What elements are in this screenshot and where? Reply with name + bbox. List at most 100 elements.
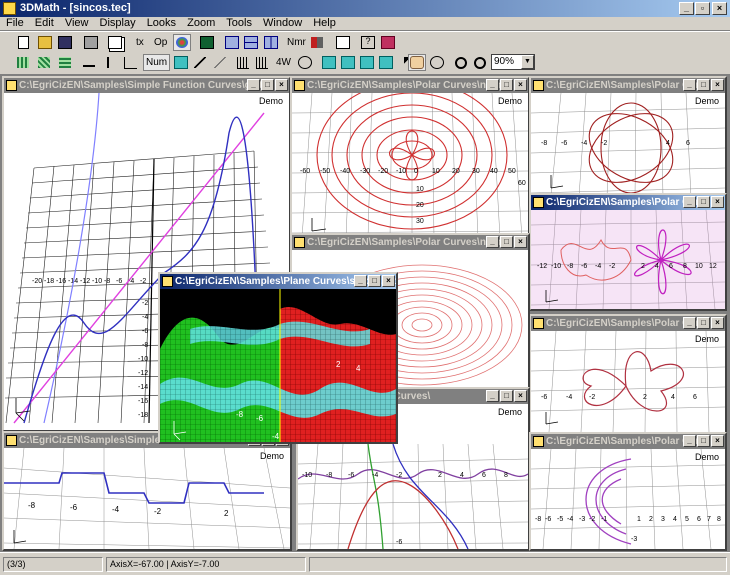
menu-edit[interactable]: Edit [35,17,54,29]
menu-looks[interactable]: Looks [147,17,176,29]
new-file-icon[interactable] [14,34,32,51]
window-title-bar[interactable]: C:\EgriCizEN\Samples\Polar Curves\n6.tec… [292,78,528,93]
open-folder-icon[interactable] [36,34,54,51]
window-close-button[interactable]: × [711,317,724,329]
window-maximize-button[interactable]: □ [500,79,513,91]
graph-canvas[interactable]: Demo -60 -50 -40 -30 -20 -10 0 10 20 30 40 50 60 10 2… [292,93,528,238]
x-axis-icon[interactable] [80,54,98,71]
restore-button[interactable]: ▫ [695,2,710,15]
window-minimize-button[interactable]: _ [683,196,696,208]
graph-canvas[interactable]: Demo -8 -6 -5 -4 -3 -2 -1 1 2 3 4 5 6 7 8 -3 [531,449,725,549]
perspective-grid-icon[interactable] [234,54,252,71]
tile-horizontal-icon[interactable] [242,34,260,51]
window-close-button[interactable]: × [275,79,288,91]
window-minimize-button[interactable]: _ [486,79,499,91]
window-cascade-1-icon[interactable] [320,54,338,71]
line-icon[interactable] [191,54,209,71]
window-plane-sincos[interactable]: C:\EgriCizEN\Samples\Plane Curves\sincos… [158,272,398,444]
window-title-bar[interactable]: C:\EgriCizEN\Samples\Polar Curves\ _ □ × [531,195,725,210]
window-icon[interactable] [533,197,544,208]
window-icon[interactable] [162,276,173,287]
window-title-bar[interactable]: C:\EgriCizEN\Samples\Plane Curves\sincos… [160,274,396,289]
copy-icon[interactable] [106,34,124,51]
window-title-bar[interactable]: C:\EgriCizEN\Samples\Simple Function Cur… [4,78,289,93]
window-maximize-button[interactable]: □ [697,435,710,447]
window-polar-pink[interactable]: C:\EgriCizEN\Samples\Polar Curves\ _ □ × -… [529,193,727,311]
window-title-bar[interactable]: C:\EgriCizEN\Samples\Polar Curves\ _ □ × [531,316,725,331]
graph-canvas[interactable]: -12 -10 -8 -6 -4 -2 2 4 6 8 10 12 [531,210,725,309]
window-close-button[interactable]: × [711,196,724,208]
y-axis-icon[interactable] [101,54,119,71]
window-minimize-button[interactable]: _ [683,79,696,91]
window-icon[interactable] [6,435,17,446]
window-cascade-2-icon[interactable] [339,54,357,71]
window-close-button[interactable]: × [711,79,724,91]
nmr-button[interactable]: Nmr [287,34,306,51]
window-minimize-button[interactable]: _ [486,236,499,248]
menu-window[interactable]: Window [263,17,302,29]
window-minimize-button[interactable]: _ [486,390,499,402]
window-icon[interactable] [6,80,17,91]
op-button[interactable]: Op [154,34,167,51]
graph-canvas[interactable]: Demo -8 -6 -4 -2 2 [4,448,290,549]
grid-surface-icon[interactable] [35,54,53,71]
window-icon[interactable] [294,80,305,91]
move-icon[interactable] [428,54,446,71]
window-maximize-button[interactable]: □ [500,390,513,402]
book-icon[interactable] [379,34,397,51]
cascade-icon[interactable] [223,34,241,51]
zoom-in-icon[interactable] [452,54,470,71]
window-minimize-button[interactable]: _ [683,435,696,447]
print-icon[interactable] [82,34,100,51]
window-cascade-3-icon[interactable] [358,54,376,71]
window-polar-bottom-right[interactable]: C:\EgriCizEN\Samples\Polar Curves\ _ □ × D… [529,432,727,551]
window-title-bar[interactable]: C:\EgriCizEN\Samples\Polar Curves\ _ □ × [531,78,725,93]
clock-icon[interactable] [296,54,314,71]
graph-canvas[interactable]: Demo -8 -6 -4 -2 4 6 [531,93,725,197]
z-axis-icon[interactable] [121,54,139,71]
window-maximize-button[interactable]: □ [697,196,710,208]
graph-canvas[interactable]: -8 -6 -4 2 4 [160,289,396,442]
menu-file[interactable]: File [6,17,24,29]
grid-3d-icon[interactable] [14,54,32,71]
window-close-button[interactable]: × [514,79,527,91]
window-maximize-button[interactable]: □ [261,79,274,91]
cube-icon[interactable] [172,54,190,71]
window-minimize-button[interactable]: _ [683,317,696,329]
dashed-line-icon[interactable] [211,54,229,71]
menu-display[interactable]: Display [100,17,136,29]
menu-help[interactable]: Help [313,17,336,29]
window-minimize-button[interactable]: _ [247,79,260,91]
grid-plane-icon[interactable] [56,54,74,71]
menu-view[interactable]: View [65,17,89,29]
window-icon[interactable] [533,318,544,329]
window-icon[interactable] [294,237,305,248]
window-title-bar[interactable]: C:\EgriCizEN\Samples\Polar Curves\n3.tec… [292,235,528,250]
tile-vertical-icon[interactable] [262,34,280,51]
window-cascade-4-icon[interactable] [377,54,395,71]
window-close-button[interactable]: × [514,390,527,402]
window-simple-function-2[interactable]: C:\EgriCizEN\Samples\Simple Function Cur… [2,431,292,551]
window-icon[interactable] [533,436,544,447]
hand-icon[interactable] [408,54,426,71]
tx-button[interactable]: tx [136,34,144,51]
window-close-button[interactable]: × [382,275,395,287]
window-maximize-button[interactable]: □ [697,79,710,91]
window-close-button[interactable]: × [514,236,527,248]
app-icon[interactable] [3,2,16,15]
perspective-grid-2-icon[interactable] [253,54,271,71]
close-button[interactable]: × [712,2,727,15]
help-icon[interactable]: ? [359,34,377,51]
window-polar-top-right[interactable]: C:\EgriCizEN\Samples\Polar Curves\ _ □ × D… [529,76,727,199]
window-minimize-button[interactable]: _ [354,275,367,287]
window-icon[interactable] [533,80,544,91]
menu-zoom[interactable]: Zoom [187,17,215,29]
board-icon[interactable] [198,34,216,51]
num-button[interactable]: Num [143,54,171,71]
window-maximize-button[interactable]: □ [500,236,513,248]
chevron-down-icon[interactable]: ▼ [521,55,534,69]
4w-button[interactable]: 4W [276,54,291,71]
calculator-icon[interactable] [334,34,352,51]
window-close-button[interactable]: × [711,435,724,447]
tools-icon[interactable] [308,34,326,51]
